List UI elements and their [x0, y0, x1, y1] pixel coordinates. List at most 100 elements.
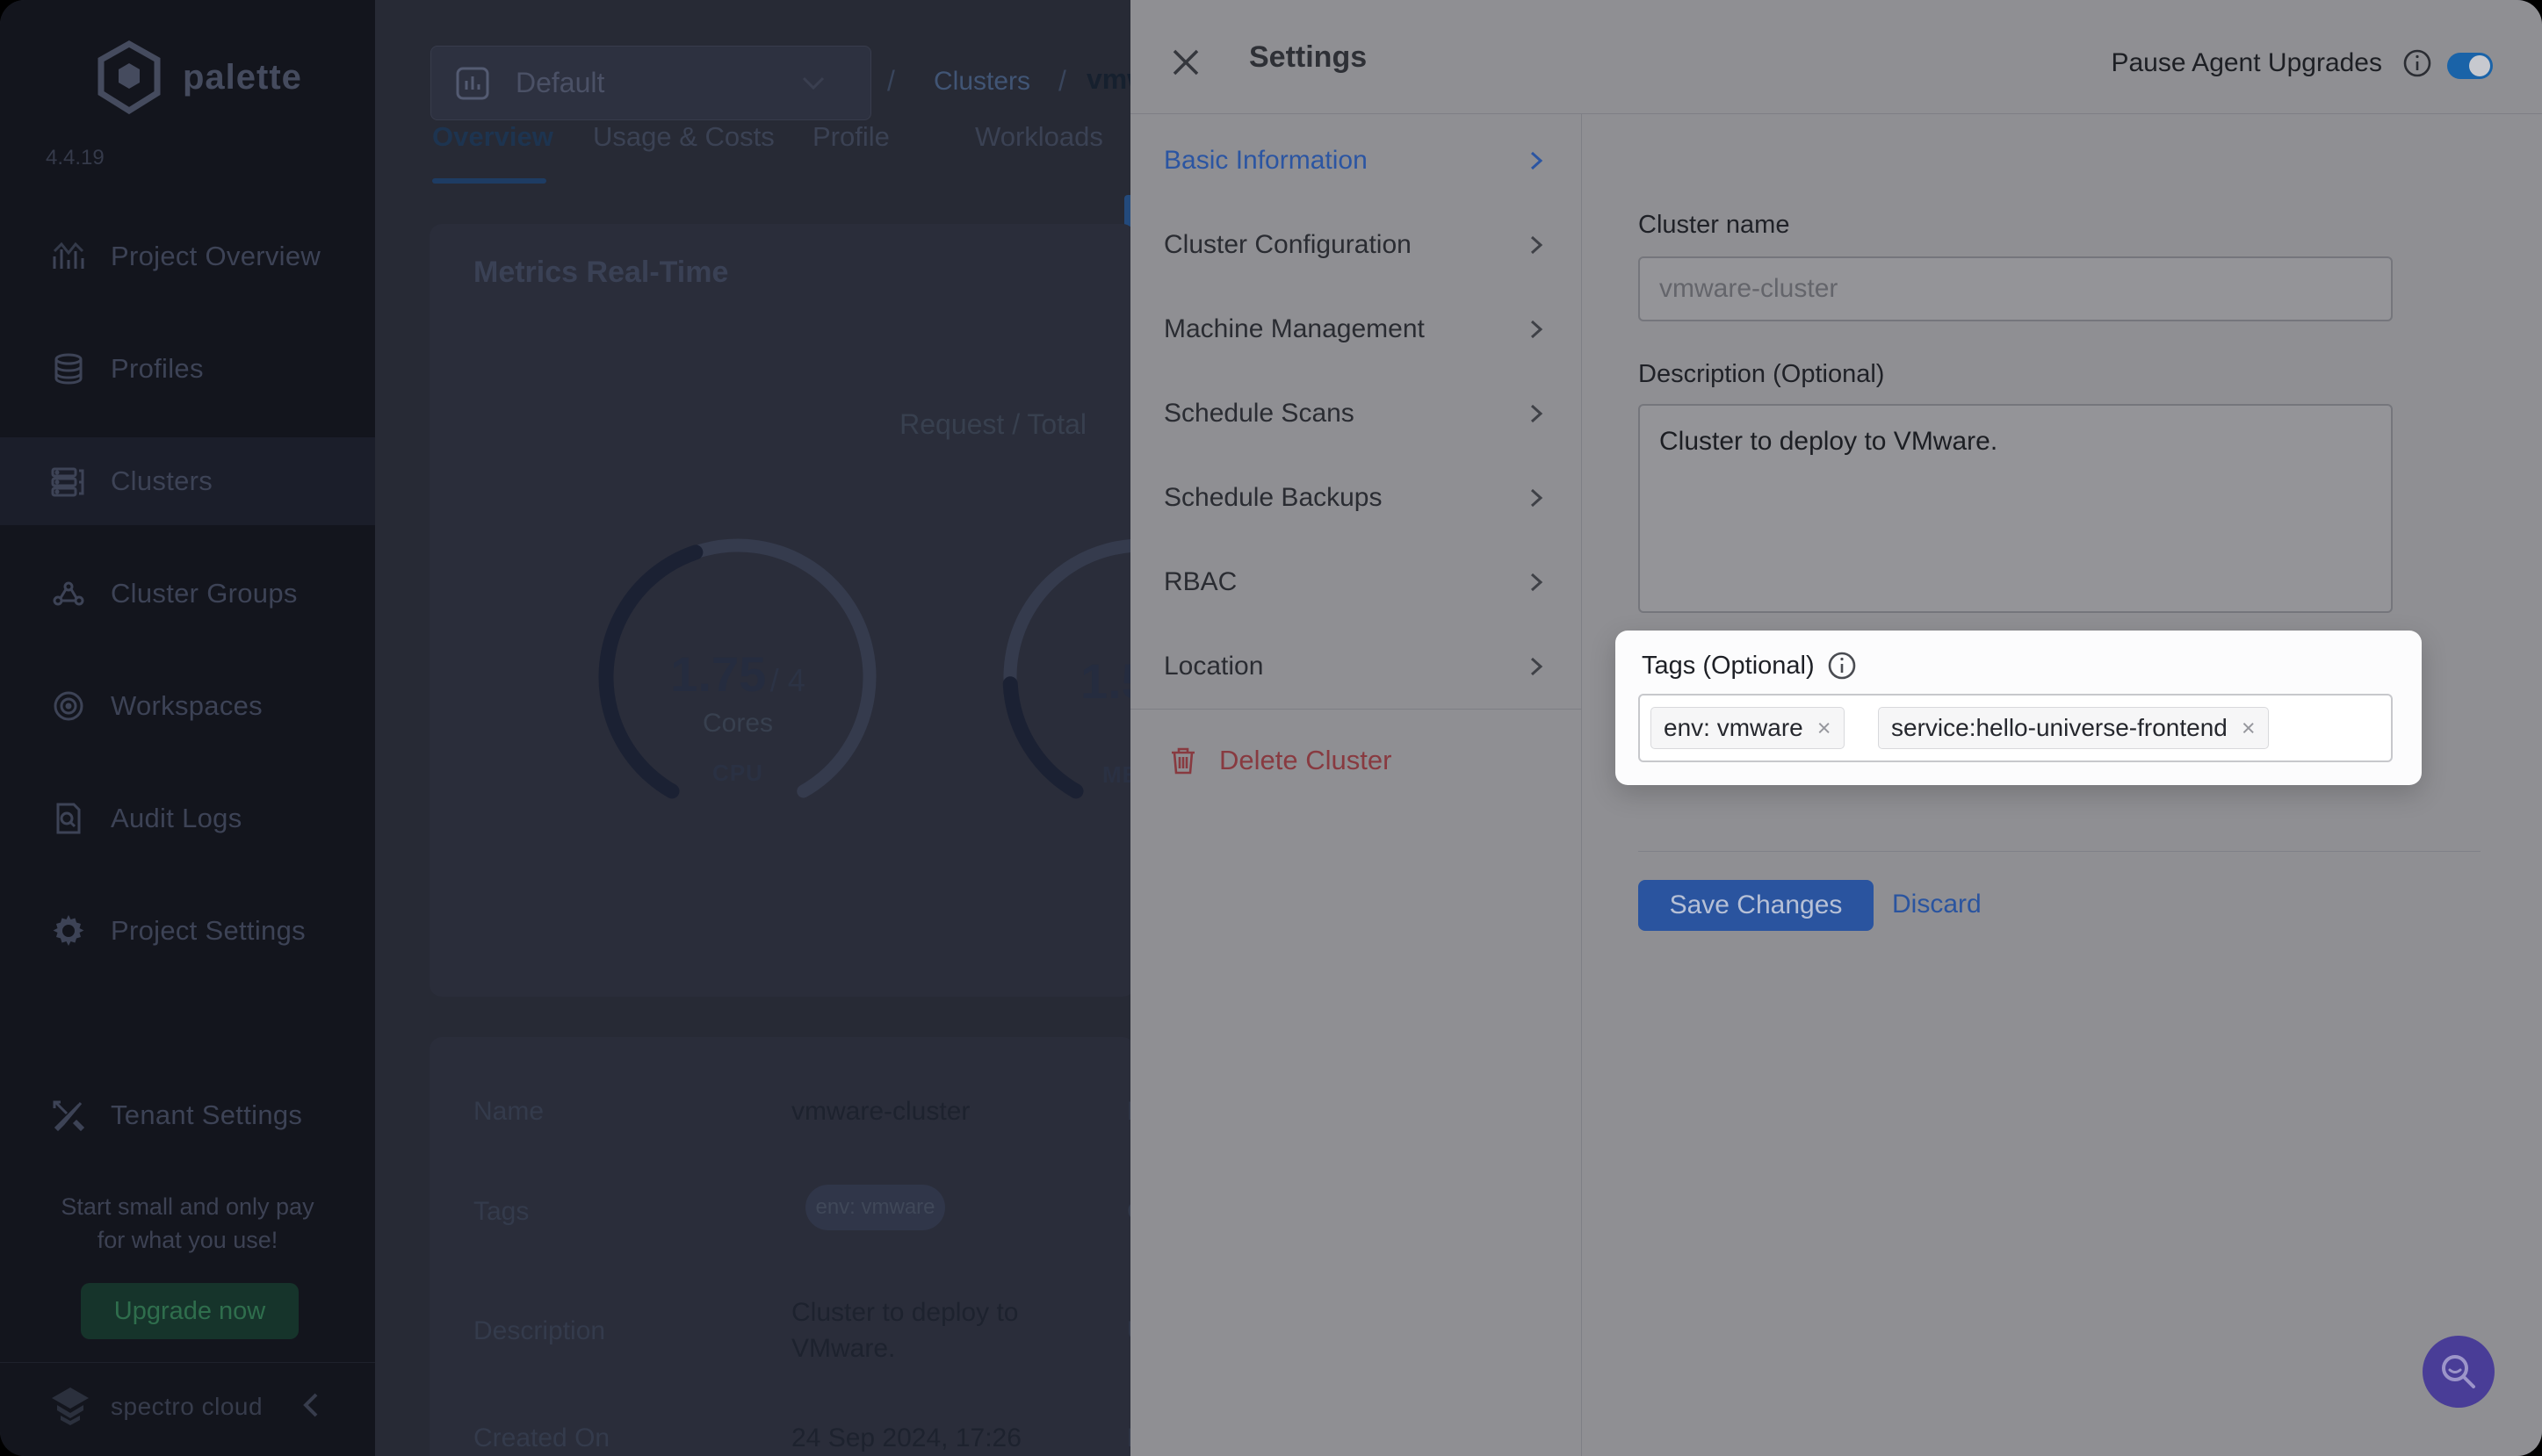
sidebar-item-label: Cluster Groups — [111, 578, 298, 609]
upgrade-now-button[interactable]: Upgrade now — [81, 1283, 299, 1339]
info-name-value: vmware-cluster — [791, 1097, 970, 1127]
sidebar-item-workspaces[interactable]: Workspaces — [0, 664, 375, 748]
chevron-down-icon — [802, 76, 825, 90]
metrics-realtime-card: Metrics Real-Time Request / Total 1.75 /… — [430, 224, 1130, 997]
sidebar-item-label: Profiles — [111, 353, 204, 385]
network-icon — [51, 576, 86, 611]
breadcrumb-separator: / — [1058, 65, 1066, 97]
tools-icon — [51, 1098, 86, 1133]
doc-search-icon — [51, 801, 86, 836]
menu-item-location[interactable]: Location — [1130, 624, 1581, 709]
memory-value: 1.57 — [1080, 652, 1130, 710]
memory-label: ME — [1102, 761, 1130, 789]
chevron-right-icon — [1527, 488, 1546, 508]
info-icon[interactable] — [2401, 47, 2433, 79]
menu-divider — [1130, 709, 1581, 710]
remove-tag-icon[interactable]: × — [1817, 715, 1831, 742]
palette-logo-icon — [90, 39, 168, 116]
sidebar-item-cluster-groups[interactable]: Cluster Groups — [0, 551, 375, 636]
pause-agent-upgrades-toggle[interactable] — [2447, 53, 2493, 79]
sidebar-item-label: Audit Logs — [111, 803, 242, 834]
gear-icon — [51, 913, 86, 948]
sidebar-item-profiles[interactable]: Profiles — [0, 327, 375, 411]
cpu-gauge-value: 1.75 / 4 — [632, 645, 843, 703]
sidebar-item-label: Project Settings — [111, 915, 306, 947]
target-icon — [51, 688, 86, 724]
tab-usage-costs[interactable]: Usage & Costs — [593, 121, 775, 153]
server-icon — [51, 464, 86, 499]
menu-item-schedule-backups[interactable]: Schedule Backups — [1130, 456, 1581, 540]
cpu-unit: Cores — [632, 709, 843, 739]
tag-chip-service-hello-universe-frontend: service:hello-universe-frontend × — [1878, 707, 2269, 749]
sidebar-item-tenant-settings[interactable]: Tenant Settings — [0, 1073, 375, 1157]
tags-input[interactable]: env: vmware × service:hello-universe-fro… — [1638, 694, 2393, 762]
close-icon[interactable] — [1171, 47, 1201, 77]
info-description-line2: VMware. — [791, 1334, 895, 1364]
delete-cluster-button[interactable]: Delete Cluster — [1130, 718, 1581, 803]
chevron-right-icon — [1527, 404, 1546, 423]
chevron-right-icon — [1527, 320, 1546, 339]
sidebar-item-audit-logs[interactable]: Audit Logs — [0, 776, 375, 861]
chevron-right-icon — [1527, 573, 1546, 592]
layers-icon — [51, 351, 86, 386]
project-selector[interactable]: Default — [430, 46, 871, 120]
cluster-name-input[interactable]: vmware-cluster — [1638, 256, 2393, 321]
magnifier-smile-icon — [2438, 1351, 2479, 1392]
sidebar-item-label: Clusters — [111, 465, 213, 497]
remove-tag-icon[interactable]: × — [2242, 715, 2256, 742]
sidebar-item-clusters[interactable]: Clusters — [0, 437, 375, 525]
app-version: 4.4.19 — [46, 146, 105, 170]
chevron-right-icon — [1527, 657, 1546, 676]
tags-label: Tags (Optional) — [1642, 652, 1815, 681]
toggle-knob — [2469, 55, 2490, 76]
sidebar-divider — [0, 1362, 375, 1363]
collapse-sidebar-icon[interactable] — [300, 1391, 323, 1419]
info-description-label: Description — [473, 1316, 605, 1346]
menu-item-schedule-scans[interactable]: Schedule Scans — [1130, 371, 1581, 456]
settings-title: Settings — [1249, 40, 1367, 75]
menu-item-basic-information[interactable]: Basic Information — [1130, 119, 1581, 203]
menu-item-cluster-configuration[interactable]: Cluster Configuration — [1130, 203, 1581, 287]
chevron-right-icon — [1527, 235, 1546, 255]
info-tags-label: Tags — [473, 1197, 529, 1227]
brand-name: palette — [183, 58, 302, 97]
upgrade-now-label: Upgrade now — [114, 1297, 266, 1326]
settings-menu: Basic Information Cluster Configuration … — [1130, 114, 1582, 1456]
breadcrumb-current-cluster: vmwar — [1087, 63, 1130, 96]
tags-info-icon[interactable] — [1826, 650, 1858, 681]
chevron-right-icon — [1527, 151, 1546, 170]
menu-item-machine-management[interactable]: Machine Management — [1130, 287, 1581, 371]
tab-workloads[interactable]: Workloads — [975, 121, 1103, 153]
tag-chip-env-vmware: env: vmware × — [1650, 707, 1845, 749]
description-textarea[interactable]: Cluster to deploy to VMware. — [1638, 404, 2393, 613]
save-changes-button[interactable]: Save Changes — [1638, 880, 1874, 931]
metrics-title: Metrics Real-Time — [473, 256, 728, 290]
breadcrumb-clusters[interactable]: Clusters — [934, 67, 1030, 97]
info-description-line1: Cluster to deploy to — [791, 1298, 1018, 1328]
discard-button[interactable]: Discard — [1892, 890, 1982, 919]
cluster-name-value: vmware-cluster — [1659, 274, 1838, 304]
settings-drawer: Settings Pause Agent Upgrades Basic Info… — [1130, 0, 2542, 1456]
sidebar-item-project-settings[interactable]: Project Settings — [0, 889, 375, 973]
sidebar-item-label: Project Overview — [111, 241, 321, 272]
menu-item-rbac[interactable]: RBAC — [1130, 540, 1581, 624]
info-tag-chip: env: vmware — [805, 1185, 945, 1230]
sidebar-item-project-overview[interactable]: Project Overview — [0, 214, 375, 299]
delete-cluster-label: Delete Cluster — [1219, 745, 1391, 776]
project-icon — [454, 65, 491, 102]
breadcrumb-separator: / — [887, 65, 895, 97]
cluster-page: Default / Clusters / vmwar Overview Usag… — [375, 0, 1130, 1456]
trash-icon — [1170, 746, 1196, 775]
tags-section-spotlight: Tags (Optional) env: vmware × service:he… — [1615, 631, 2422, 785]
sidebar-item-label: Tenant Settings — [111, 1099, 302, 1131]
help-search-fab[interactable] — [2423, 1336, 2495, 1408]
tab-profile[interactable]: Profile — [812, 121, 890, 153]
bar-chart-icon — [51, 239, 86, 274]
cpu-total: / 4 — [770, 662, 805, 698]
tab-overview[interactable]: Overview — [432, 121, 553, 153]
promo-line-1: Start small and only pay — [0, 1191, 375, 1223]
cluster-info-card: Name vmware-cluster Tags env: vmware Des… — [430, 1037, 1130, 1456]
form-divider — [1638, 851, 2481, 852]
footer-brand-name: spectro cloud — [111, 1393, 263, 1421]
info-tag-chip-text: env: vmware — [815, 1195, 935, 1220]
